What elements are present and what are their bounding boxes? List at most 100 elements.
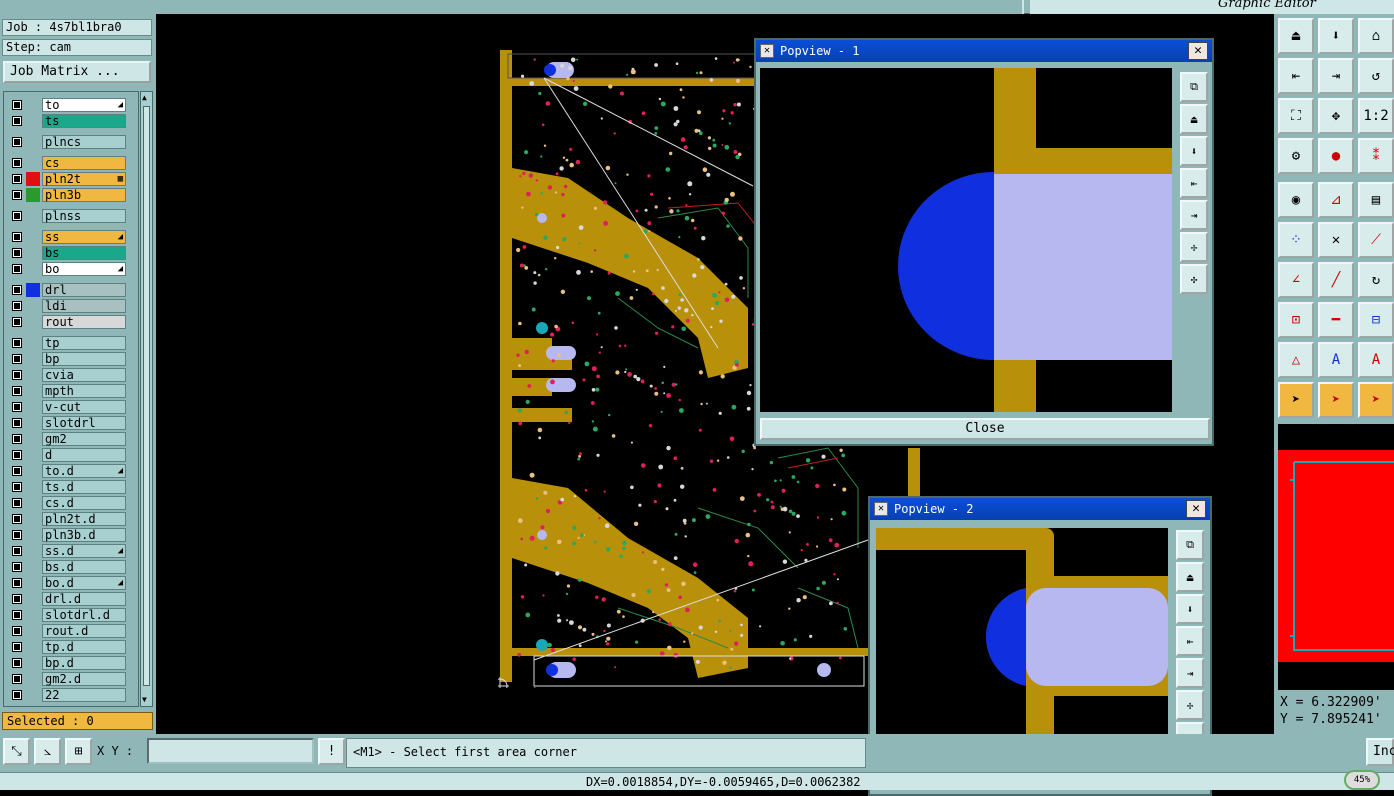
close-icon[interactable]: ✕ <box>1188 42 1208 60</box>
layer-row[interactable]: bp <box>4 351 138 367</box>
layer-row[interactable]: rout.d <box>4 623 138 639</box>
layer-row[interactable]: pln3b.d <box>4 527 138 543</box>
zoom-fit-icon[interactable]: ⧉ <box>1176 530 1204 560</box>
layer-name[interactable]: to.d ◢ <box>42 464 126 478</box>
layer-row[interactable]: 22 <box>4 687 138 703</box>
layer-name[interactable]: tp <box>42 336 126 350</box>
layer-name[interactable]: slotdrl.d <box>42 608 126 622</box>
layer-checkbox[interactable] <box>12 578 22 588</box>
text-a-red-icon[interactable]: A <box>1358 342 1394 378</box>
layer-name[interactable]: ldi <box>42 299 126 313</box>
board-preview[interactable] <box>1278 450 1394 662</box>
pan-down-icon[interactable]: ⬇ <box>1318 18 1354 54</box>
zoom-center-icon[interactable]: ✥ <box>1318 98 1354 134</box>
layer-checkbox[interactable] <box>12 642 22 652</box>
layer-checkbox[interactable] <box>12 530 22 540</box>
layer-row[interactable]: d <box>4 447 138 463</box>
zoom-fit-icon[interactable]: ⛶ <box>1278 98 1314 134</box>
layer-checkbox[interactable] <box>12 285 22 295</box>
layer-checkbox[interactable] <box>12 434 22 444</box>
zoom-in-icon[interactable]: ✢ <box>1180 232 1208 262</box>
pan-down-icon[interactable]: ⬇ <box>1176 594 1204 624</box>
layer-name[interactable]: ss ◢ <box>42 230 126 244</box>
layer-checkbox[interactable] <box>12 370 22 380</box>
layer-list-scrollbar[interactable]: ▲ ▼ <box>140 91 153 707</box>
layer-row[interactable]: gm2.d <box>4 671 138 687</box>
add-line-icon[interactable]: ⟋ <box>1358 222 1394 258</box>
grid-snap-icon[interactable]: ⊞ <box>65 738 92 765</box>
layer-row[interactable]: v-cut <box>4 399 138 415</box>
connect-icon[interactable]: ⁘ <box>1278 222 1314 258</box>
layer-name[interactable]: ts <box>42 114 126 128</box>
popview-1-titlebar[interactable]: ✕ Popview - 1 ✕ <box>756 40 1212 62</box>
popview-1-view[interactable] <box>760 68 1172 412</box>
layer-row[interactable]: drl.d <box>4 591 138 607</box>
layer-row[interactable]: bo.d ◢ <box>4 575 138 591</box>
layer-name[interactable]: gm2.d <box>42 672 126 686</box>
layer-name[interactable]: pln3b <box>42 188 126 202</box>
layer-row[interactable]: gm2 <box>4 431 138 447</box>
layer-checkbox[interactable] <box>12 450 22 460</box>
layer-checkbox[interactable] <box>12 137 22 147</box>
scroll-thumb[interactable] <box>143 106 150 686</box>
layer-row[interactable]: plnss <box>4 208 138 224</box>
layer-checkbox[interactable] <box>12 482 22 492</box>
layer-name[interactable]: slotdrl <box>42 416 126 430</box>
pan-up-icon[interactable]: ⏏ <box>1278 18 1314 54</box>
layer-row[interactable]: bs.d <box>4 559 138 575</box>
layer-name[interactable]: pln3b.d <box>42 528 126 542</box>
layer-name[interactable]: bp <box>42 352 126 366</box>
select-pad-icon[interactable]: ◉ <box>1278 182 1314 218</box>
layer-name[interactable]: bs <box>42 246 126 260</box>
layer-name[interactable]: rout.d <box>42 624 126 638</box>
pan-right-icon[interactable]: ⇥ <box>1318 58 1354 94</box>
exclaim-button[interactable]: ! <box>318 738 345 765</box>
layer-name[interactable]: rout <box>42 315 126 329</box>
layer-toggle-icon[interactable]: ⁑ <box>1358 138 1394 174</box>
layer-row[interactable]: mpth <box>4 383 138 399</box>
layer-row[interactable]: bs <box>4 245 138 261</box>
layer-name[interactable]: bo.d ◢ <box>42 576 126 590</box>
layer-name[interactable]: pln2t ▦ <box>42 172 126 186</box>
layer-name[interactable]: cs.d <box>42 496 126 510</box>
layer-name[interactable]: plnss <box>42 209 126 223</box>
inc-button[interactable]: Inc <box>1366 738 1394 766</box>
layer-checkbox[interactable] <box>12 402 22 412</box>
layer-row[interactable]: bp.d <box>4 655 138 671</box>
snap-mode-icon[interactable]: ⤡ <box>3 738 30 765</box>
layer-checkbox[interactable] <box>12 174 22 184</box>
layer-color-swatch[interactable] <box>26 283 40 297</box>
layer-color-swatch[interactable] <box>26 188 40 202</box>
job-matrix-button[interactable]: Job Matrix ... <box>3 61 151 83</box>
layer-name[interactable]: 22 <box>42 688 126 702</box>
layer-name[interactable]: tp.d <box>42 640 126 654</box>
layer-name[interactable]: bs.d <box>42 560 126 574</box>
snap-icon[interactable]: ● <box>1318 138 1354 174</box>
layer-row[interactable]: slotdrl <box>4 415 138 431</box>
pointer-select-icon[interactable]: ➤ <box>1318 382 1354 418</box>
pan-down-icon[interactable]: ⬇ <box>1180 136 1208 166</box>
layer-name[interactable]: drl <box>42 283 126 297</box>
pan-left-icon[interactable]: ⇤ <box>1278 58 1314 94</box>
layer-row[interactable]: tp <box>4 335 138 351</box>
layer-name[interactable]: to ◢ <box>42 98 126 112</box>
pan-right-icon[interactable]: ⇥ <box>1176 658 1204 688</box>
layer-checkbox[interactable] <box>12 211 22 221</box>
layer-name[interactable]: ts.d <box>42 480 126 494</box>
pad-icon[interactable]: ⊡ <box>1278 302 1314 338</box>
layer-row[interactable]: plncs <box>4 134 138 150</box>
measure-icon[interactable]: ⚙ <box>1278 138 1314 174</box>
angle-icon[interactable]: ∠ <box>1278 262 1314 298</box>
pointer-icon[interactable]: ➤ <box>1278 382 1314 418</box>
ruler-icon[interactable]: ▤ <box>1358 182 1394 218</box>
popview-2-titlebar[interactable]: ✕ Popview - 2 ✕ <box>870 498 1210 520</box>
xy-input[interactable] <box>147 738 314 764</box>
popview-1-close-button[interactable]: Close <box>760 418 1210 440</box>
layer-name[interactable]: pln2t.d <box>42 512 126 526</box>
layer-row[interactable]: cs.d <box>4 495 138 511</box>
layer-row[interactable]: to ◢ <box>4 97 138 113</box>
triangle-icon[interactable]: △ <box>1278 342 1314 378</box>
zoom-out-icon[interactable]: ✣ <box>1180 264 1208 294</box>
layer-row[interactable]: cs <box>4 155 138 171</box>
layer-row[interactable]: to.d ◢ <box>4 463 138 479</box>
